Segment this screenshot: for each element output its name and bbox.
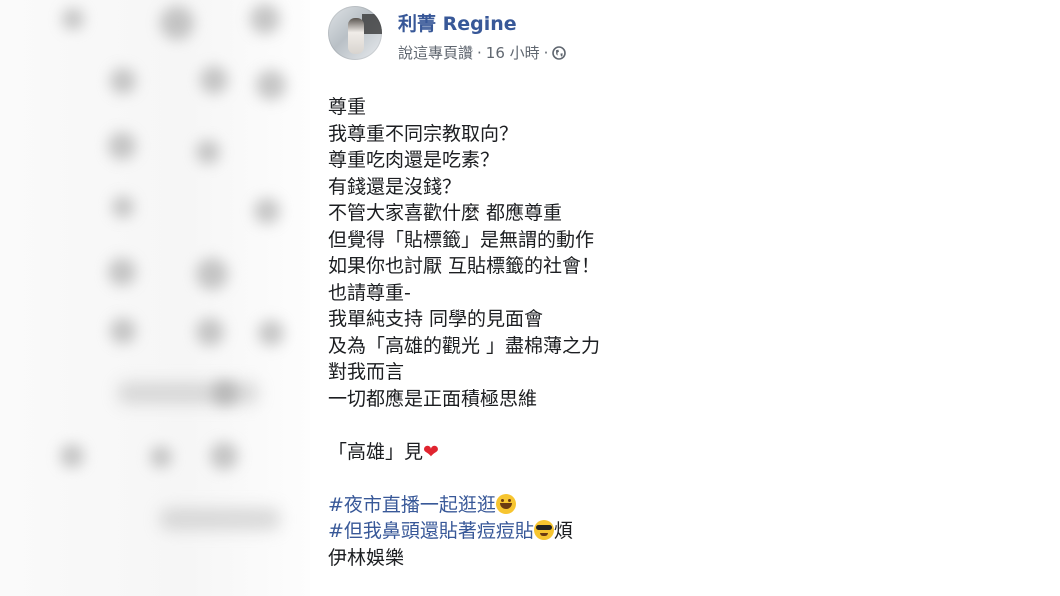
post-line: 有錢還是沒錢？ — [328, 175, 462, 198]
sunglasses-face-icon — [533, 520, 554, 540]
post-line: 一切都應是正面積極思維 — [328, 387, 538, 410]
post-line: 尊重 — [328, 96, 367, 118]
post-signature: 伊林娛樂 — [328, 546, 405, 569]
hashtag-link-2[interactable]: #但我鼻頭還貼著痘痘貼 — [328, 520, 534, 542]
page-like-action[interactable]: 說這專頁讚 — [398, 44, 473, 62]
hashtag-line: #但我鼻頭還貼著痘痘貼煩 — [328, 518, 1028, 545]
post-line: 對我而言 — [328, 361, 405, 383]
author-name[interactable]: 利菁 Regine — [398, 9, 517, 36]
post-body: 尊重 我尊重不同宗教取向？ 尊重吃肉還是吃素？ 有錢還是沒錢？ 不管大家喜歡什麼… — [328, 94, 1028, 571]
meta-separator-2: · — [543, 44, 549, 62]
post-line: 但覺得「貼標籤」是無謂的動作 — [328, 228, 595, 251]
facebook-post: 利菁 Regine 說這專頁讚 · 16 小時 · 尊重 我尊重不同宗教取向？ 尊重吃… — [310, 0, 1060, 596]
post-line: 我尊重不同宗教取向？ — [328, 122, 519, 145]
closing-text: 「高雄」見 — [328, 440, 424, 463]
smiling-face-icon — [495, 493, 516, 514]
post-timestamp[interactable]: 16 小時 — [486, 44, 540, 62]
blurred-background — [0, 0, 310, 596]
author-avatar[interactable] — [328, 6, 382, 60]
post-line: 尊重吃肉還是吃素？ — [328, 149, 500, 171]
hashtag-line: #夜市直播一起逛逛 — [328, 492, 1028, 519]
hashtag-suffix: 煩 — [553, 520, 573, 542]
post-line: 也請尊重- — [328, 281, 411, 304]
heart-icon: ❤ — [423, 440, 439, 463]
post-line: 我單純支持 同學的見面會 — [328, 308, 544, 330]
hashtag-link-1[interactable]: #夜市直播一起逛逛 — [328, 494, 496, 516]
post-line: 及為「高雄的觀光 」盡棉薄之力 — [328, 334, 601, 357]
post-line: 不管大家喜歡什麼 都應尊重 — [328, 202, 563, 224]
meta-separator: · — [477, 44, 482, 62]
post-meta: 說這專頁讚 · 16 小時 · — [398, 42, 567, 63]
closing-line: 「高雄」見❤ — [328, 439, 1028, 466]
globe-icon[interactable] — [552, 46, 567, 60]
post-line: 如果你也討厭 互貼標籤的社會！ — [328, 255, 601, 277]
